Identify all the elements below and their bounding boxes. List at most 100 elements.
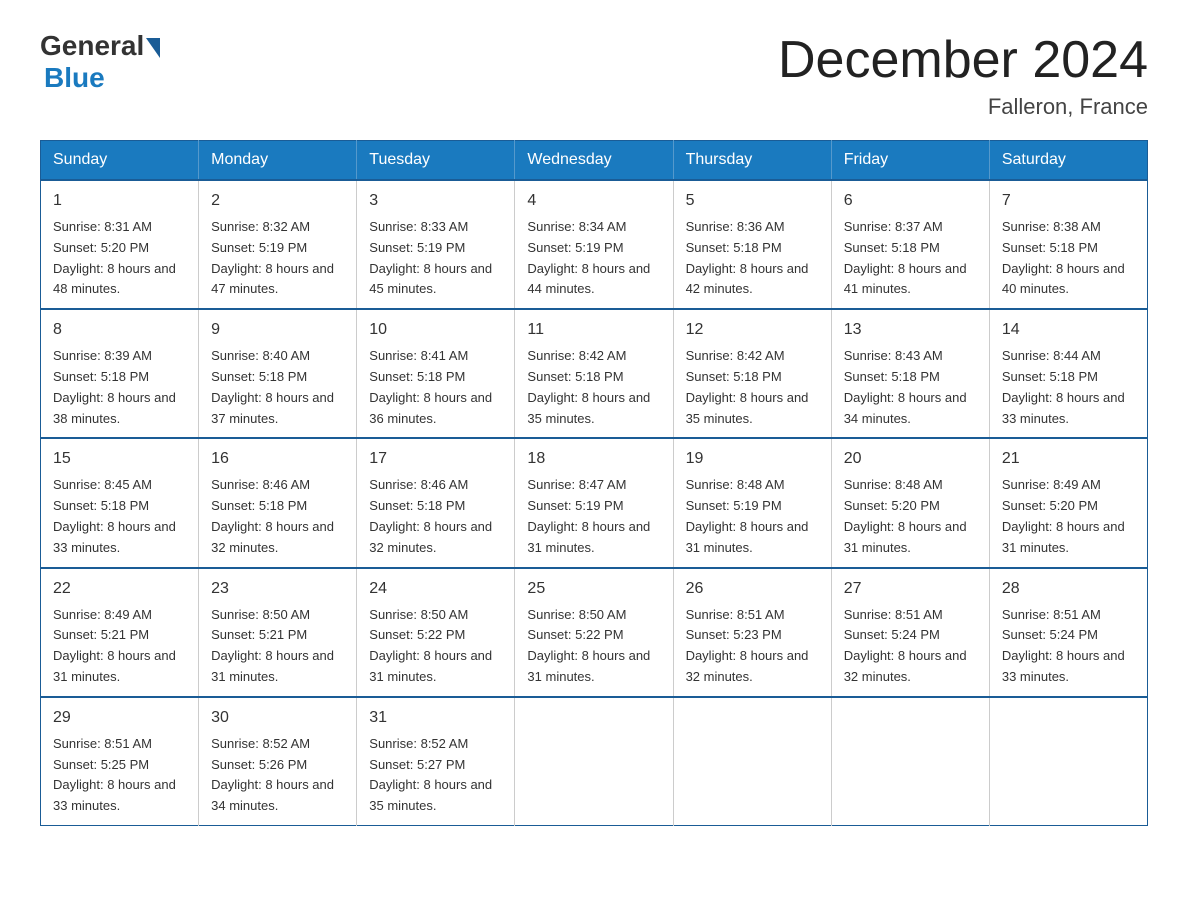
- weekday-header: Friday: [831, 141, 989, 181]
- day-info: Sunrise: 8:37 AMSunset: 5:18 PMDaylight:…: [844, 217, 977, 300]
- logo: General Blue: [40, 30, 160, 94]
- calendar-day-cell: 3Sunrise: 8:33 AMSunset: 5:19 PMDaylight…: [357, 180, 515, 309]
- day-info: Sunrise: 8:42 AMSunset: 5:18 PMDaylight:…: [527, 346, 660, 429]
- calendar-day-cell: 2 Sunrise: 8:32 AMSunset: 5:19 PMDaylight…: [199, 180, 357, 309]
- calendar-day-cell: 15 Sunrise: 8:45 AMSunset: 5:18 PMDayligh…: [41, 438, 199, 567]
- logo-blue-text: Blue: [44, 62, 105, 93]
- day-number: 9: [211, 318, 344, 342]
- calendar-day-cell: 18Sunrise: 8:47 AMSunset: 5:19 PMDayligh…: [515, 438, 673, 567]
- day-number: 5: [686, 189, 819, 213]
- calendar-day-cell: 12 Sunrise: 8:42 AMSunset: 5:18 PMDayligh…: [673, 309, 831, 438]
- day-info: Sunrise: 8:47 AMSunset: 5:19 PMDaylight:…: [527, 475, 660, 558]
- calendar-day-cell: 14 Sunrise: 8:44 AMSunset: 5:18 PMDayligh…: [989, 309, 1147, 438]
- day-info: Sunrise: 8:34 AMSunset: 5:19 PMDaylight:…: [527, 217, 660, 300]
- day-info: Sunrise: 8:41 AMSunset: 5:18 PMDaylight:…: [369, 346, 502, 429]
- day-info: Sunrise: 8:45 AMSunset: 5:18 PMDaylight:…: [53, 475, 186, 558]
- weekday-header: Thursday: [673, 141, 831, 181]
- day-number: 19: [686, 447, 819, 471]
- calendar-day-cell: [831, 697, 989, 826]
- day-number: 31: [369, 706, 502, 730]
- calendar-day-cell: 5 Sunrise: 8:36 AMSunset: 5:18 PMDaylight…: [673, 180, 831, 309]
- day-number: 30: [211, 706, 344, 730]
- day-number: 14: [1002, 318, 1135, 342]
- day-info: Sunrise: 8:36 AMSunset: 5:18 PMDaylight:…: [686, 217, 819, 300]
- calendar-day-cell: [515, 697, 673, 826]
- day-info: Sunrise: 8:46 AMSunset: 5:18 PMDaylight:…: [369, 475, 502, 558]
- calendar-day-cell: 19 Sunrise: 8:48 AMSunset: 5:19 PMDayligh…: [673, 438, 831, 567]
- day-info: Sunrise: 8:44 AMSunset: 5:18 PMDaylight:…: [1002, 346, 1135, 429]
- title-section: December 2024 Falleron, France: [778, 30, 1148, 120]
- day-number: 25: [527, 577, 660, 601]
- calendar-day-cell: 10 Sunrise: 8:41 AMSunset: 5:18 PMDayligh…: [357, 309, 515, 438]
- calendar-day-cell: 7Sunrise: 8:38 AMSunset: 5:18 PMDaylight…: [989, 180, 1147, 309]
- calendar-day-cell: 21Sunrise: 8:49 AMSunset: 5:20 PMDayligh…: [989, 438, 1147, 567]
- day-number: 4: [527, 189, 660, 213]
- day-number: 20: [844, 447, 977, 471]
- calendar-day-cell: 13 Sunrise: 8:43 AMSunset: 5:18 PMDayligh…: [831, 309, 989, 438]
- day-number: 15: [53, 447, 186, 471]
- day-info: Sunrise: 8:43 AMSunset: 5:18 PMDaylight:…: [844, 346, 977, 429]
- weekday-header-row: SundayMondayTuesdayWednesdayThursdayFrid…: [41, 141, 1148, 181]
- calendar-day-cell: 25 Sunrise: 8:50 AMSunset: 5:22 PMDayligh…: [515, 568, 673, 697]
- location-text: Falleron, France: [778, 94, 1148, 120]
- calendar-day-cell: 22Sunrise: 8:49 AMSunset: 5:21 PMDayligh…: [41, 568, 199, 697]
- logo-arrow-icon: [146, 38, 160, 58]
- calendar-day-cell: 23Sunrise: 8:50 AMSunset: 5:21 PMDayligh…: [199, 568, 357, 697]
- day-info: Sunrise: 8:51 AMSunset: 5:23 PMDaylight:…: [686, 605, 819, 688]
- calendar-day-cell: 1 Sunrise: 8:31 AMSunset: 5:20 PMDaylight…: [41, 180, 199, 309]
- calendar-day-cell: 17 Sunrise: 8:46 AMSunset: 5:18 PMDayligh…: [357, 438, 515, 567]
- calendar-week-row: 15 Sunrise: 8:45 AMSunset: 5:18 PMDayligh…: [41, 438, 1148, 567]
- day-info: Sunrise: 8:51 AMSunset: 5:25 PMDaylight:…: [53, 734, 186, 817]
- weekday-header: Saturday: [989, 141, 1147, 181]
- day-number: 8: [53, 318, 186, 342]
- calendar-day-cell: 31 Sunrise: 8:52 AMSunset: 5:27 PMDayligh…: [357, 697, 515, 826]
- calendar-day-cell: 16 Sunrise: 8:46 AMSunset: 5:18 PMDayligh…: [199, 438, 357, 567]
- day-info: Sunrise: 8:48 AMSunset: 5:20 PMDaylight:…: [844, 475, 977, 558]
- weekday-header: Tuesday: [357, 141, 515, 181]
- day-info: Sunrise: 8:33 AMSunset: 5:19 PMDaylight:…: [369, 217, 502, 300]
- day-number: 28: [1002, 577, 1135, 601]
- day-number: 29: [53, 706, 186, 730]
- calendar-day-cell: 24Sunrise: 8:50 AMSunset: 5:22 PMDayligh…: [357, 568, 515, 697]
- day-info: Sunrise: 8:42 AMSunset: 5:18 PMDaylight:…: [686, 346, 819, 429]
- weekday-header: Monday: [199, 141, 357, 181]
- day-number: 17: [369, 447, 502, 471]
- day-number: 10: [369, 318, 502, 342]
- calendar-day-cell: 8 Sunrise: 8:39 AMSunset: 5:18 PMDaylight…: [41, 309, 199, 438]
- day-info: Sunrise: 8:39 AMSunset: 5:18 PMDaylight:…: [53, 346, 186, 429]
- day-number: 13: [844, 318, 977, 342]
- day-number: 16: [211, 447, 344, 471]
- calendar-day-cell: 11 Sunrise: 8:42 AMSunset: 5:18 PMDayligh…: [515, 309, 673, 438]
- day-info: Sunrise: 8:46 AMSunset: 5:18 PMDaylight:…: [211, 475, 344, 558]
- logo-general-text: General: [40, 30, 144, 62]
- day-info: Sunrise: 8:52 AMSunset: 5:26 PMDaylight:…: [211, 734, 344, 817]
- page-header: General Blue December 2024 Falleron, Fra…: [40, 30, 1148, 120]
- month-title: December 2024: [778, 30, 1148, 90]
- calendar-week-row: 8 Sunrise: 8:39 AMSunset: 5:18 PMDaylight…: [41, 309, 1148, 438]
- calendar-day-cell: 6Sunrise: 8:37 AMSunset: 5:18 PMDaylight…: [831, 180, 989, 309]
- calendar-day-cell: 20 Sunrise: 8:48 AMSunset: 5:20 PMDayligh…: [831, 438, 989, 567]
- day-number: 11: [527, 318, 660, 342]
- day-number: 24: [369, 577, 502, 601]
- day-info: Sunrise: 8:38 AMSunset: 5:18 PMDaylight:…: [1002, 217, 1135, 300]
- weekday-header: Sunday: [41, 141, 199, 181]
- day-info: Sunrise: 8:50 AMSunset: 5:21 PMDaylight:…: [211, 605, 344, 688]
- day-number: 1: [53, 189, 186, 213]
- day-number: 21: [1002, 447, 1135, 471]
- calendar-day-cell: 27Sunrise: 8:51 AMSunset: 5:24 PMDayligh…: [831, 568, 989, 697]
- calendar-day-cell: [989, 697, 1147, 826]
- day-info: Sunrise: 8:32 AMSunset: 5:19 PMDaylight:…: [211, 217, 344, 300]
- calendar-day-cell: 9Sunrise: 8:40 AMSunset: 5:18 PMDaylight…: [199, 309, 357, 438]
- day-info: Sunrise: 8:48 AMSunset: 5:19 PMDaylight:…: [686, 475, 819, 558]
- day-info: Sunrise: 8:52 AMSunset: 5:27 PMDaylight:…: [369, 734, 502, 817]
- calendar-day-cell: 4 Sunrise: 8:34 AMSunset: 5:19 PMDaylight…: [515, 180, 673, 309]
- day-number: 2: [211, 189, 344, 213]
- weekday-header: Wednesday: [515, 141, 673, 181]
- day-info: Sunrise: 8:51 AMSunset: 5:24 PMDaylight:…: [1002, 605, 1135, 688]
- day-number: 12: [686, 318, 819, 342]
- day-number: 26: [686, 577, 819, 601]
- day-info: Sunrise: 8:50 AMSunset: 5:22 PMDaylight:…: [527, 605, 660, 688]
- calendar-week-row: 29 Sunrise: 8:51 AMSunset: 5:25 PMDayligh…: [41, 697, 1148, 826]
- calendar-day-cell: 26 Sunrise: 8:51 AMSunset: 5:23 PMDayligh…: [673, 568, 831, 697]
- day-info: Sunrise: 8:31 AMSunset: 5:20 PMDaylight:…: [53, 217, 186, 300]
